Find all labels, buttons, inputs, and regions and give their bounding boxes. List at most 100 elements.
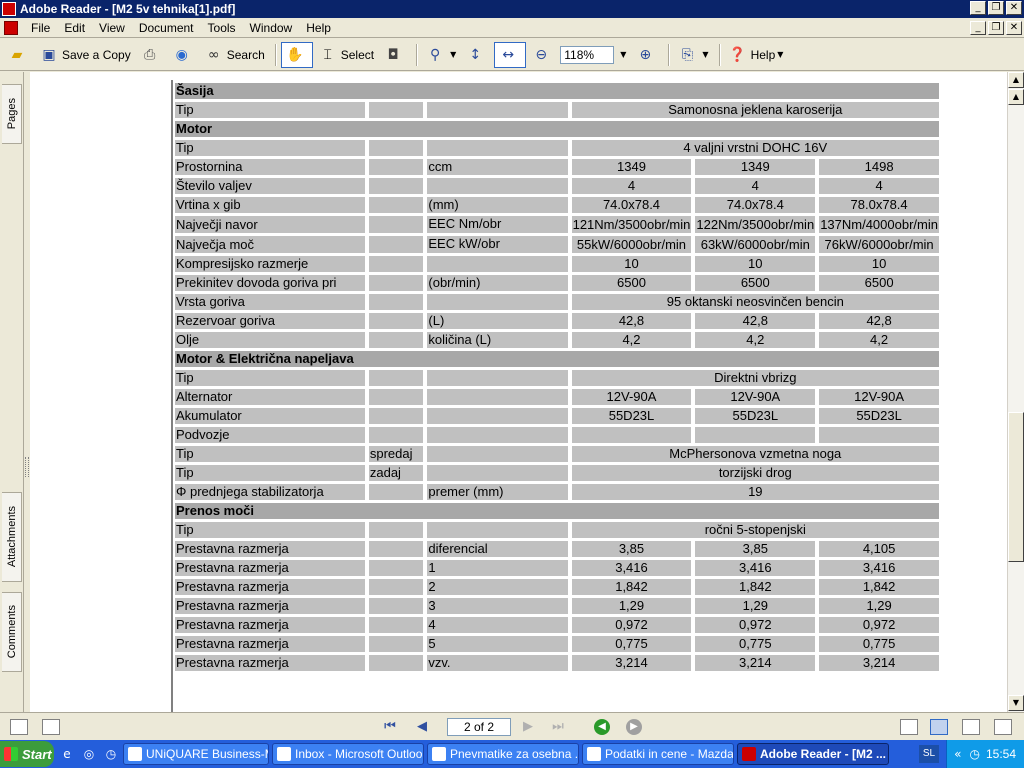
menu-window[interactable]: Window — [243, 21, 300, 35]
minimize-button[interactable]: _ — [970, 1, 986, 15]
browser-icon — [432, 747, 446, 761]
facing-view-button[interactable] — [962, 719, 980, 735]
single-page-view-button[interactable] — [900, 719, 918, 735]
pane-toggle-icon[interactable] — [10, 719, 28, 735]
vertical-scrollbar[interactable]: ▲ ▲ ▼ — [1007, 72, 1024, 712]
table-cell — [427, 389, 568, 405]
table-cell — [368, 427, 424, 443]
hand-tool-button[interactable]: ✋ — [280, 41, 313, 68]
window-title: Adobe Reader - [M2 5v tehnika[1].pdf] — [20, 2, 236, 16]
task-uniquare[interactable]: UNiQUARE Business-M... — [123, 743, 269, 765]
next-page-button[interactable]: ▶ — [518, 718, 538, 736]
menu-help[interactable]: Help — [299, 21, 338, 35]
title-bar: Adobe Reader - [M2 5v tehnika[1].pdf] _ … — [0, 0, 1024, 18]
chevron-down-icon: ▼ — [777, 50, 784, 59]
zoom-dropdown[interactable]: ▼ — [614, 42, 630, 68]
document-properties-icon[interactable] — [42, 719, 60, 735]
table-cell — [427, 294, 568, 310]
search-button[interactable]: ∞ Search — [201, 42, 269, 68]
table-cell: 10 — [695, 256, 816, 272]
select-tool-button[interactable]: ⌶ Select — [315, 42, 378, 68]
menu-edit[interactable]: Edit — [57, 21, 92, 35]
table-row: Kompresijsko razmerje 10 10 10 — [175, 256, 939, 272]
table-cell: Največja moč — [175, 236, 365, 253]
menu-view[interactable]: View — [92, 21, 132, 35]
snapshot-button[interactable]: ◘ — [380, 42, 410, 68]
table-cell: 5 — [427, 636, 568, 652]
email-button[interactable]: ◉ — [169, 42, 199, 68]
table-row: Olje količina (L) 4,2 4,2 4,2 — [175, 332, 939, 348]
splitter-grip-icon — [25, 457, 29, 477]
table-cell: 1498 — [819, 159, 939, 175]
quicklaunch-icon[interactable]: ◎ — [80, 745, 98, 763]
continuous-view-button[interactable] — [930, 719, 948, 735]
clock-app-icon[interactable]: ◷ — [102, 745, 120, 763]
close-button[interactable]: ✕ — [1006, 1, 1022, 15]
zoom-in-tool-button[interactable]: ⚲ ▼ — [422, 42, 460, 68]
previous-page-button[interactable]: ◀ — [412, 718, 432, 736]
tab-comments[interactable]: Comments — [2, 592, 22, 672]
task-adobe-reader[interactable]: Adobe Reader - [M2 ... — [737, 743, 889, 765]
table-row: Φ prednjega stabilizatorja premer (mm) 19 — [175, 484, 939, 500]
zoom-out-button[interactable]: ⊖ — [528, 42, 558, 68]
page-number-input[interactable]: 2 of 2 — [447, 718, 511, 736]
open-button[interactable]: ▰ — [4, 42, 34, 68]
document-icon[interactable] — [4, 20, 18, 35]
save-copy-button[interactable]: ▣ Save a Copy — [36, 42, 135, 68]
clock: 15:54 — [985, 747, 1016, 761]
scroll-thumb[interactable] — [1008, 412, 1024, 562]
first-page-button[interactable]: ⏮ — [380, 718, 400, 736]
zoom-level-input[interactable]: 118% — [560, 45, 615, 64]
document-view[interactable]: Šasija Tip Samonosna jeklena karoserija Mot… — [30, 72, 1007, 712]
doc-close-button[interactable]: ✕ — [1006, 21, 1022, 35]
table-cell — [427, 370, 568, 386]
doc-restore-button[interactable]: ❐ — [988, 21, 1004, 35]
task-pnevmatike[interactable]: Pnevmatike za osebna ... — [427, 743, 579, 765]
table-cell: 12V-90A — [695, 389, 816, 405]
next-view-button[interactable]: ▶ — [626, 719, 642, 735]
magnifier-icon: ⚲ — [429, 46, 441, 63]
zoom-in-button[interactable]: ⊕ — [632, 42, 662, 68]
tray-expand-icon[interactable]: « — [954, 747, 961, 761]
fit-height-button[interactable]: ↕ — [462, 42, 492, 68]
table-cell: 1,842 — [819, 579, 939, 595]
table-cell: 1,842 — [695, 579, 816, 595]
start-button[interactable]: Start — [0, 741, 54, 767]
tab-pages[interactable]: Pages — [2, 84, 22, 144]
doc-minimize-button[interactable]: _ — [970, 21, 986, 35]
internet-explorer-icon[interactable]: e — [58, 745, 76, 763]
last-page-button[interactable]: ⏭ — [548, 718, 568, 736]
rotate-view-button[interactable]: ⎘ ▼ — [674, 42, 712, 68]
print-button[interactable]: ⎙ — [137, 42, 167, 68]
scroll-down-button[interactable]: ▼ — [1008, 695, 1024, 711]
table-cell — [368, 636, 424, 652]
table-cell: Φ prednjega stabilizatorja — [175, 484, 365, 500]
table-row: Tip ročni 5-stopenjski — [175, 522, 939, 538]
previous-view-button[interactable]: ◀ — [594, 719, 610, 735]
start-label: Start — [22, 746, 52, 762]
table-cell: 95 oktanski neosvinčen bencin — [571, 294, 939, 310]
menu-document[interactable]: Document — [132, 21, 201, 35]
table-cell — [427, 102, 568, 118]
task-mazda[interactable]: Podatki in cene - Mazda... — [582, 743, 734, 765]
table-cell: Vrsta goriva — [175, 294, 365, 310]
help-button[interactable]: ❓ Help ▼ — [725, 42, 788, 68]
menu-tools[interactable]: Tools — [201, 21, 243, 35]
table-cell: 1349 — [571, 159, 692, 175]
scroll-page-up-button[interactable]: ▲ — [1008, 89, 1024, 105]
table-cell: 3,85 — [571, 541, 692, 557]
table-cell: Prestavna razmerja — [175, 579, 365, 595]
section-row: Motor — [175, 121, 939, 137]
table-cell: Tip — [175, 102, 365, 118]
tab-attachments[interactable]: Attachments — [2, 492, 22, 582]
task-outlook[interactable]: Inbox - Microsoft Outlook — [272, 743, 424, 765]
scroll-up-button[interactable]: ▲ — [1008, 72, 1024, 88]
task-label: Adobe Reader - [M2 ... — [760, 747, 887, 761]
table-row: Rezervoar goriva (L) 42,8 42,8 42,8 — [175, 313, 939, 329]
maximize-button[interactable]: ❐ — [988, 1, 1004, 15]
language-indicator[interactable]: SL — [919, 745, 939, 763]
fit-width-button[interactable]: ↔ — [494, 41, 527, 68]
menu-file[interactable]: File — [24, 21, 57, 35]
continuous-facing-view-button[interactable] — [994, 719, 1012, 735]
chevron-down-icon: ▼ — [620, 50, 627, 59]
